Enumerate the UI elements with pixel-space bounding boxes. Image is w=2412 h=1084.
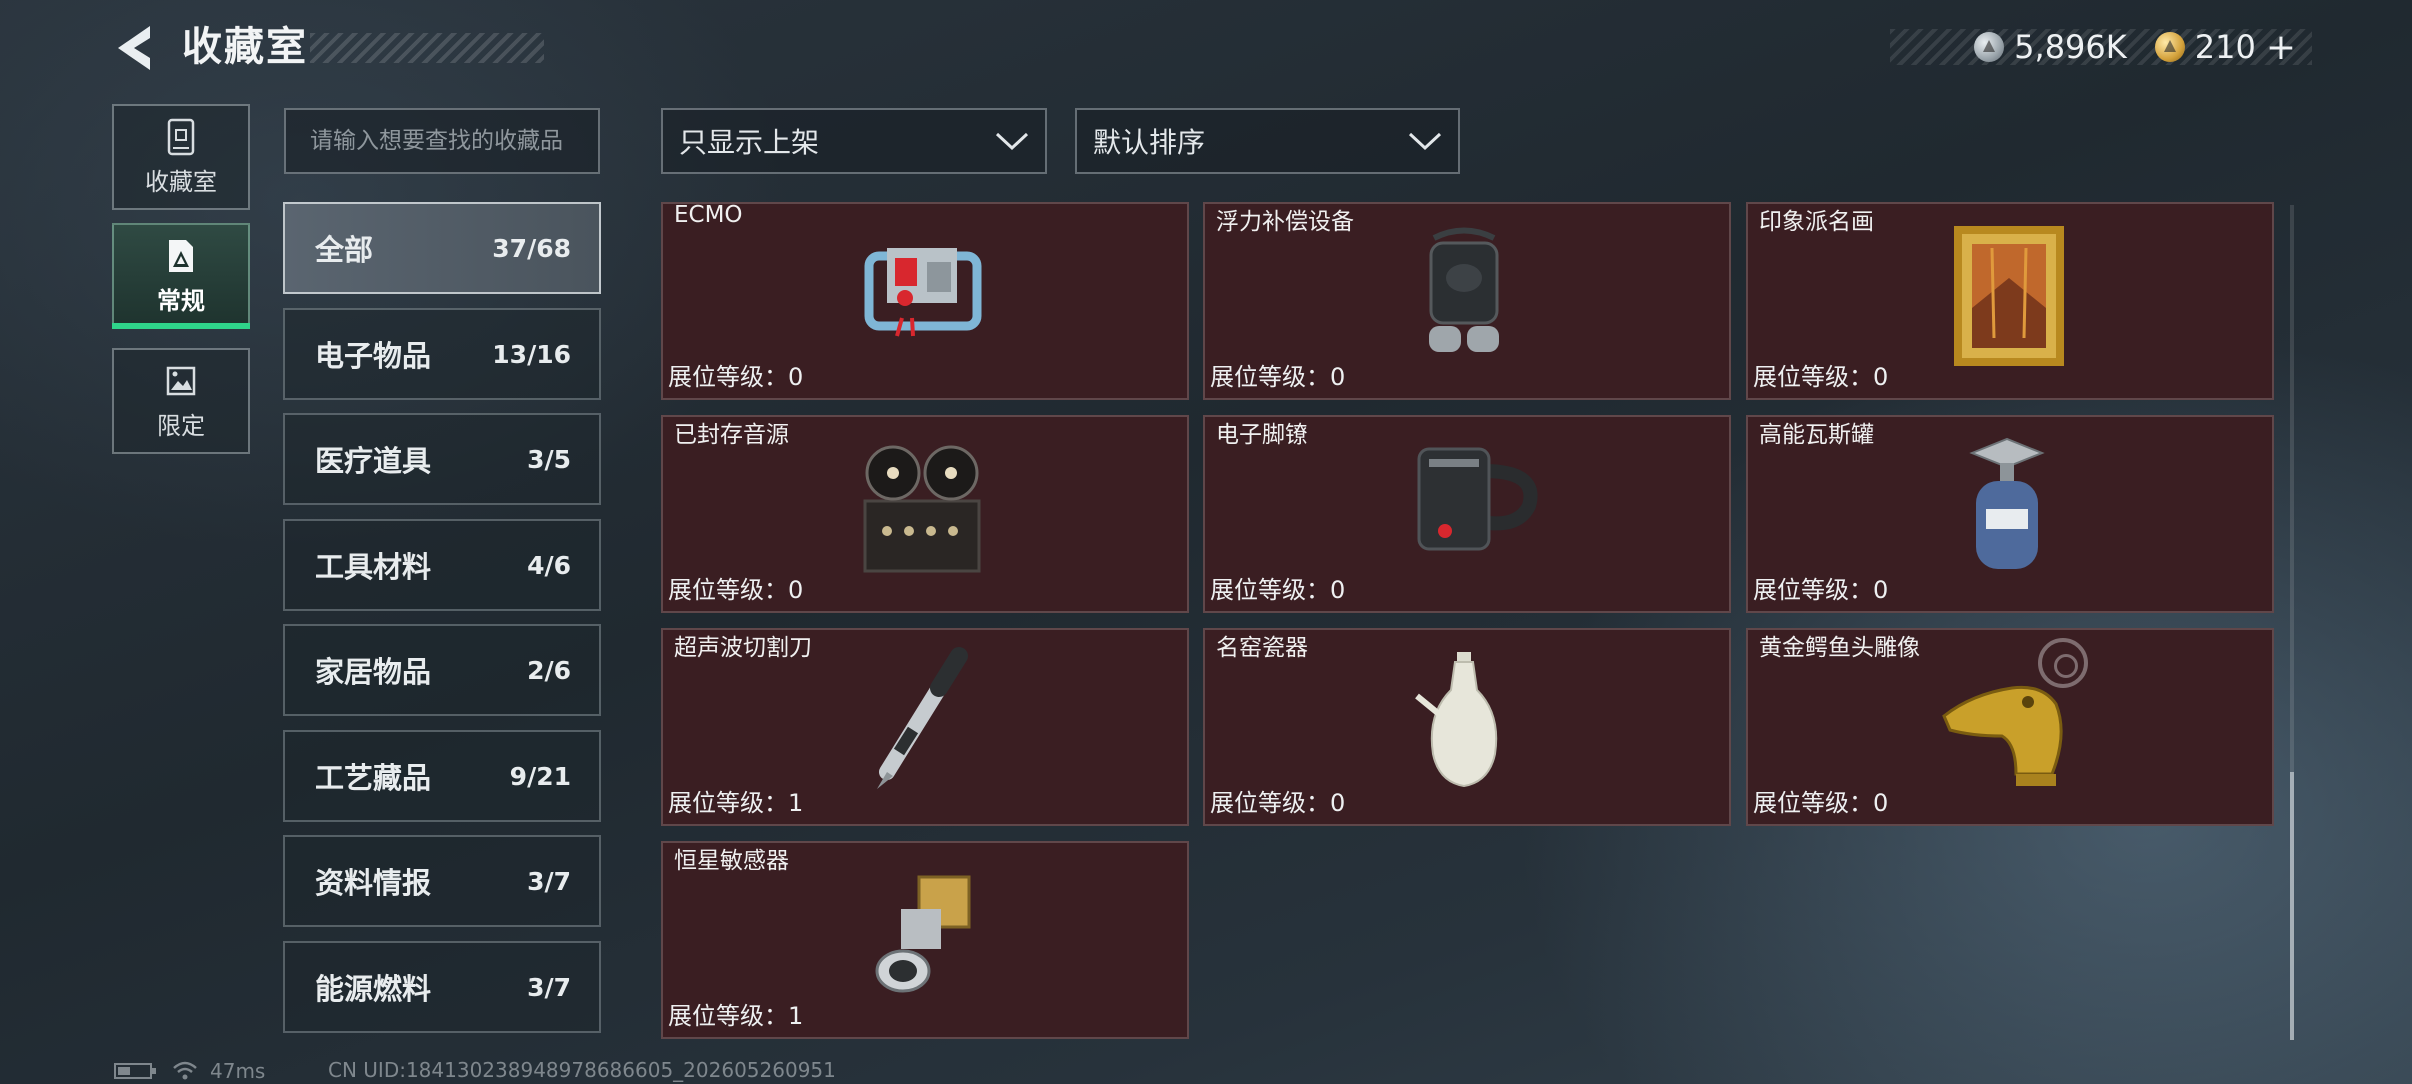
category-energy[interactable]: 能源燃料 3/7 <box>283 941 601 1033</box>
item-level: 展位等级：1 <box>668 1002 804 1030</box>
category-tools[interactable]: 工具材料 4/6 <box>283 519 601 611</box>
add-currency-button[interactable]: + <box>2266 27 2296 68</box>
item-level: 展位等级：0 <box>1753 789 1889 817</box>
category-name: 医疗道具 <box>315 444 432 478</box>
item-name: 浮力补偿设备 <box>1216 209 1354 235</box>
item-card-impressionist-painting[interactable]: 印象派名画 展位等级：0 <box>1746 202 2274 400</box>
item-name: 名窑瓷器 <box>1216 635 1308 661</box>
display-filter-dropdown[interactable]: 只显示上架 <box>661 108 1047 174</box>
category-count: 37/68 <box>492 233 571 263</box>
item-name: 电子脚镣 <box>1216 422 1308 448</box>
category-name: 电子物品 <box>315 339 432 373</box>
category-name: 家居物品 <box>315 655 432 689</box>
item-card-sealed-audio[interactable]: 已封存音源 展位等级：0 <box>661 415 1189 613</box>
reel-recorder-icon <box>863 445 981 573</box>
category-name: 全部 <box>315 233 374 267</box>
category-electronics[interactable]: 电子物品 13/16 <box>283 308 601 400</box>
item-name: 已封存音源 <box>674 422 789 448</box>
category-all[interactable]: 全部 37/68 <box>283 202 601 294</box>
search-input[interactable] <box>308 127 576 155</box>
item-level: 展位等级：1 <box>668 789 804 817</box>
silver-currency-value: 5,896K <box>2014 28 2127 66</box>
landscape-frame-icon <box>166 366 196 395</box>
item-level: 展位等级：0 <box>1210 789 1346 817</box>
search-box <box>284 108 600 174</box>
chevron-down-icon <box>1408 132 1442 151</box>
nav-tab-label: 限定 <box>157 411 205 440</box>
currency-bar: 5,896K 210 + <box>1890 27 2312 68</box>
chevron-down-icon <box>995 132 1029 151</box>
category-name: 资料情报 <box>315 866 432 900</box>
category-medical[interactable]: 医疗道具 3/5 <box>283 413 601 505</box>
title-decoration <box>310 33 544 63</box>
item-level: 展位等级：0 <box>1210 576 1346 604</box>
battery-icon <box>114 1063 156 1079</box>
back-arrow-icon <box>118 26 150 70</box>
category-count: 3/5 <box>527 444 571 474</box>
star-sensor-icon <box>875 875 971 993</box>
nav-tab-regular[interactable]: 常规 <box>112 223 250 329</box>
ecmo-machine-icon <box>864 248 982 337</box>
grid-scrollbar[interactable] <box>2290 205 2294 1040</box>
item-name: 恒星敏感器 <box>674 848 789 874</box>
page-title: 收藏室 <box>182 24 308 70</box>
item-card-star-sensor[interactable]: 恒星敏感器 展位等级：1 <box>661 841 1189 1039</box>
item-level: 展位等级：0 <box>1753 363 1889 391</box>
item-card-buoyancy-device[interactable]: 浮力补偿设备 展位等级：0 <box>1203 202 1731 400</box>
item-level: 展位等级：0 <box>668 363 804 391</box>
collection-grid: ECMO 展位等级：0 浮力补偿设备 展位等级：0 印象派名画 展位等级：0 已… <box>660 202 2280 1042</box>
category-count: 9/21 <box>509 761 571 791</box>
category-count: 2/6 <box>527 655 571 685</box>
framed-painting-icon <box>1954 226 2064 366</box>
category-intel[interactable]: 资料情报 3/7 <box>283 835 601 927</box>
user-uid-text: CN UID:18413023894897868660​5_2026052609… <box>328 1058 836 1082</box>
item-level: 展位等级：0 <box>668 576 804 604</box>
item-level: 展位等级：0 <box>1753 576 1889 604</box>
gold-coin-icon <box>2154 32 2185 62</box>
item-card-ecmo[interactable]: ECMO 展位等级：0 <box>661 202 1189 400</box>
silver-coin-icon <box>1974 32 2005 62</box>
item-card-gold-crocodile-statue[interactable]: 黄金鳄鱼头雕像 展位等级：0 <box>1746 628 2274 826</box>
gas-canister-icon <box>1969 437 2045 569</box>
ultrasonic-cutter-icon <box>877 647 968 789</box>
item-card-ankle-monitor[interactable]: 电子脚镣 展位等级：0 <box>1203 415 1731 613</box>
item-card-ultrasonic-cutter[interactable]: 超声波切割刀 展位等级：1 <box>661 628 1189 826</box>
item-name: 黄金鳄鱼头雕像 <box>1759 635 1920 661</box>
item-level: 展位等级：0 <box>1210 363 1346 391</box>
cabinet-icon <box>167 118 195 155</box>
back-button[interactable] <box>110 22 158 74</box>
item-name: 印象派名画 <box>1759 209 1874 235</box>
category-name: 工艺藏品 <box>315 761 432 795</box>
item-card-gas-canister[interactable]: 高能瓦斯罐 展位等级：0 <box>1746 415 2274 613</box>
display-filter-value: 只显示上架 <box>679 126 820 159</box>
gold-currency-value: 210 <box>2194 28 2256 66</box>
sort-dropdown[interactable]: 默认排序 <box>1075 108 1460 174</box>
nav-tab-collection-room[interactable]: 收藏室 <box>112 104 250 210</box>
floating-assist-button[interactable] <box>2038 638 2088 688</box>
category-count: 13/16 <box>492 339 571 369</box>
category-crafts[interactable]: 工艺藏品 9/21 <box>283 730 601 822</box>
status-bar: 47ms <box>114 1058 265 1084</box>
nav-tab-label: 收藏室 <box>145 167 217 196</box>
item-name: 高能瓦斯罐 <box>1759 422 1874 448</box>
nav-tab-limited[interactable]: 限定 <box>112 348 250 454</box>
category-name: 能源燃料 <box>315 972 432 1006</box>
warning-frame-icon <box>169 239 193 272</box>
category-name: 工具材料 <box>315 550 432 584</box>
category-count: 3/7 <box>527 972 571 1002</box>
buoyancy-device-icon <box>1429 227 1499 352</box>
nav-tab-label: 常规 <box>157 286 205 315</box>
item-name: 超声波切割刀 <box>674 635 812 661</box>
ankle-monitor-icon <box>1417 447 1538 551</box>
porcelain-ewer-icon <box>1415 652 1498 788</box>
item-card-porcelain[interactable]: 名窑瓷器 展位等级：0 <box>1203 628 1731 826</box>
category-household[interactable]: 家居物品 2/6 <box>283 624 601 716</box>
item-name: ECMO <box>674 202 743 228</box>
latency-text: 47ms <box>210 1059 266 1083</box>
scroll-thumb[interactable] <box>2290 772 2294 1040</box>
category-count: 3/7 <box>527 866 571 896</box>
sort-value: 默认排序 <box>1093 126 1206 159</box>
wifi-icon <box>173 1061 197 1080</box>
category-count: 4/6 <box>527 550 571 580</box>
